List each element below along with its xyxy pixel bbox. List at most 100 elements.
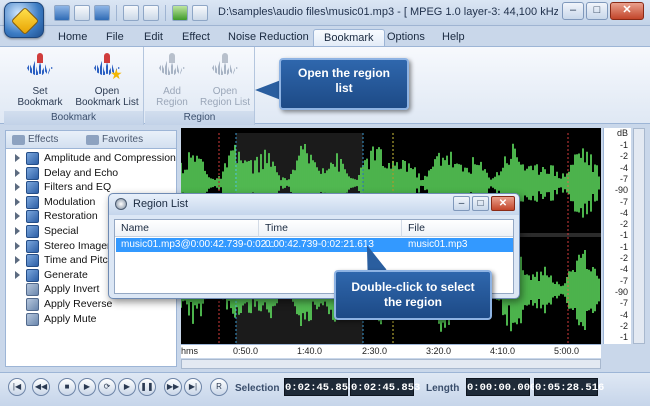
expand-arrow-icon[interactable]	[15, 256, 20, 265]
dialog-controls: – □ ✕	[453, 196, 515, 211]
selection-end-field[interactable]: 0:02:45.853	[350, 378, 420, 396]
db-tick-label: -7	[619, 173, 628, 184]
open-bookmark-list-button[interactable]: ★ Open Bookmark List	[74, 53, 140, 108]
time-tick-label: hms	[181, 346, 199, 356]
set-bookmark-button[interactable]: Set Bookmark	[10, 53, 70, 108]
region-list-icon	[115, 198, 127, 210]
redo-icon[interactable]	[143, 5, 159, 21]
db-tick-label: -1	[619, 241, 628, 252]
add-region-button[interactable]: Add Region	[149, 53, 195, 108]
effect-label: Amplitude and Compression	[44, 152, 176, 164]
play-from-cursor-icon[interactable]: ▶	[118, 378, 136, 396]
expand-arrow-icon[interactable]	[15, 183, 20, 192]
dialog-maximize-button[interactable]: □	[472, 196, 489, 211]
vertical-scrollbar[interactable]	[633, 128, 645, 344]
effect-icon	[26, 181, 39, 195]
undo-icon[interactable]	[123, 5, 139, 21]
time-tick-label: 0:50.0	[233, 346, 259, 356]
db-tick-label: -2	[619, 219, 628, 230]
expand-arrow-icon[interactable]	[15, 270, 20, 279]
tab-effect[interactable]: Effect	[172, 29, 220, 47]
selection-start-field[interactable]: 0:02:45.853	[284, 378, 354, 396]
tab-noise-reduction[interactable]: Noise Reduction	[218, 29, 319, 47]
horizontal-scrollbar[interactable]	[181, 359, 601, 369]
play-selection-icon[interactable]: ⟳	[98, 378, 116, 396]
tab-home[interactable]: Home	[48, 29, 97, 47]
expand-arrow-icon[interactable]	[15, 154, 20, 162]
expand-arrow-icon[interactable]	[15, 241, 20, 250]
length-start-field[interactable]: 0:00:00.000	[466, 378, 536, 396]
transport-bar: |◀ ◀◀ ■ ▶ ⟳ ▶ ❚❚ ▶▶ ▶| R Selection 0:02:…	[0, 372, 650, 406]
tab-options[interactable]: Options	[377, 29, 435, 47]
open-region-list-button[interactable]: Open Region List	[197, 53, 253, 108]
rewind-icon[interactable]: ◀◀	[32, 378, 50, 396]
effect-icon	[26, 239, 39, 253]
db-tick-label: -2	[619, 253, 628, 263]
add-region-icon	[157, 53, 187, 83]
close-button[interactable]: ✕	[610, 2, 644, 20]
db-tick-label: -1	[619, 230, 628, 241]
effect-icon	[26, 297, 39, 311]
effect-label: Stereo Imagery	[44, 239, 116, 252]
tab-effects-label: Effects	[28, 134, 59, 145]
expand-arrow-icon[interactable]	[15, 226, 20, 235]
effect-label: Special	[44, 224, 79, 237]
fast-forward-icon[interactable]: ▶▶	[164, 378, 182, 396]
dialog-title-bar[interactable]: Region List – □ ✕	[109, 194, 519, 215]
window-title: D:\samples\audio files\music01.mp3 - [ M…	[218, 6, 558, 18]
effects-tab-icon	[12, 135, 25, 145]
go-to-end-icon[interactable]: ▶|	[184, 378, 202, 396]
dialog-close-button[interactable]: ✕	[491, 196, 515, 211]
effect-item[interactable]: Apply Mute	[6, 312, 176, 327]
db-tick-label: -7	[619, 298, 628, 309]
timeline-ruler: hms 0:50.0 1:40.0 2:30.0 3:20.0 4:10.0 5:00.0	[181, 344, 601, 358]
db-tick-label: -2	[619, 151, 628, 162]
effect-icon	[26, 224, 39, 238]
menu-bar: Home File Edit Effect Noise Reduction Bo…	[0, 27, 650, 47]
tab-file[interactable]: File	[96, 29, 134, 47]
save-icon[interactable]	[54, 5, 70, 21]
stop-icon[interactable]: ■	[58, 378, 76, 396]
pause-icon[interactable]: ❚❚	[138, 378, 156, 396]
go-to-start-icon[interactable]: |◀	[8, 378, 26, 396]
effect-item[interactable]: Amplitude and Compression	[6, 151, 176, 166]
effect-item[interactable]: Apply Reverse	[6, 297, 176, 312]
set-bookmark-icon	[25, 53, 55, 83]
effect-icon	[26, 152, 39, 165]
tab-help[interactable]: Help	[432, 29, 475, 47]
save-as-icon[interactable]	[94, 5, 110, 21]
tab-edit[interactable]: Edit	[134, 29, 173, 47]
expand-arrow-icon[interactable]	[15, 197, 20, 206]
app-menu-button[interactable]	[4, 2, 44, 38]
effect-label: Generate	[44, 268, 88, 281]
qat-separator	[116, 5, 117, 21]
tab-effects[interactable]: Effects	[10, 133, 58, 148]
column-header-file[interactable]: File	[402, 220, 513, 237]
effect-item[interactable]: Delay and Echo	[6, 166, 176, 181]
open-bookmark-list-icon: ★	[92, 53, 123, 83]
length-total-field[interactable]: 0:05:28.516	[534, 378, 604, 396]
tab-favorites[interactable]: Favorites	[84, 133, 143, 148]
time-tick-label: 1:40.0	[297, 346, 323, 356]
tab-bookmark[interactable]: Bookmark	[313, 29, 385, 47]
db-tick-label: -90	[614, 185, 628, 196]
region-file-cell: music01.mp3	[408, 239, 468, 250]
app-logo-icon	[10, 6, 40, 36]
customize-qat-icon[interactable]	[192, 5, 208, 21]
maximize-button[interactable]: □	[586, 2, 608, 20]
column-header-time[interactable]: Time	[259, 220, 402, 237]
effect-icon	[26, 166, 39, 180]
region-row[interactable]: music01.mp3@0:00:42.739-0:02... 0:00:42.…	[116, 238, 513, 252]
play-icon[interactable]: ▶	[78, 378, 96, 396]
minimize-button[interactable]: –	[562, 2, 584, 20]
column-header-name[interactable]: Name	[115, 220, 259, 237]
db-tick-label: -4	[619, 264, 628, 275]
effects-tabs: Effects Favorites	[6, 131, 176, 149]
expand-arrow-icon[interactable]	[15, 212, 20, 221]
record-button[interactable]: R	[210, 378, 228, 396]
dialog-minimize-button[interactable]: –	[453, 196, 470, 211]
expand-arrow-icon[interactable]	[15, 168, 20, 177]
title-bar: D:\samples\audio files\music01.mp3 - [ M…	[0, 0, 650, 26]
open-file-icon[interactable]	[74, 5, 90, 21]
play-icon[interactable]	[172, 5, 188, 21]
